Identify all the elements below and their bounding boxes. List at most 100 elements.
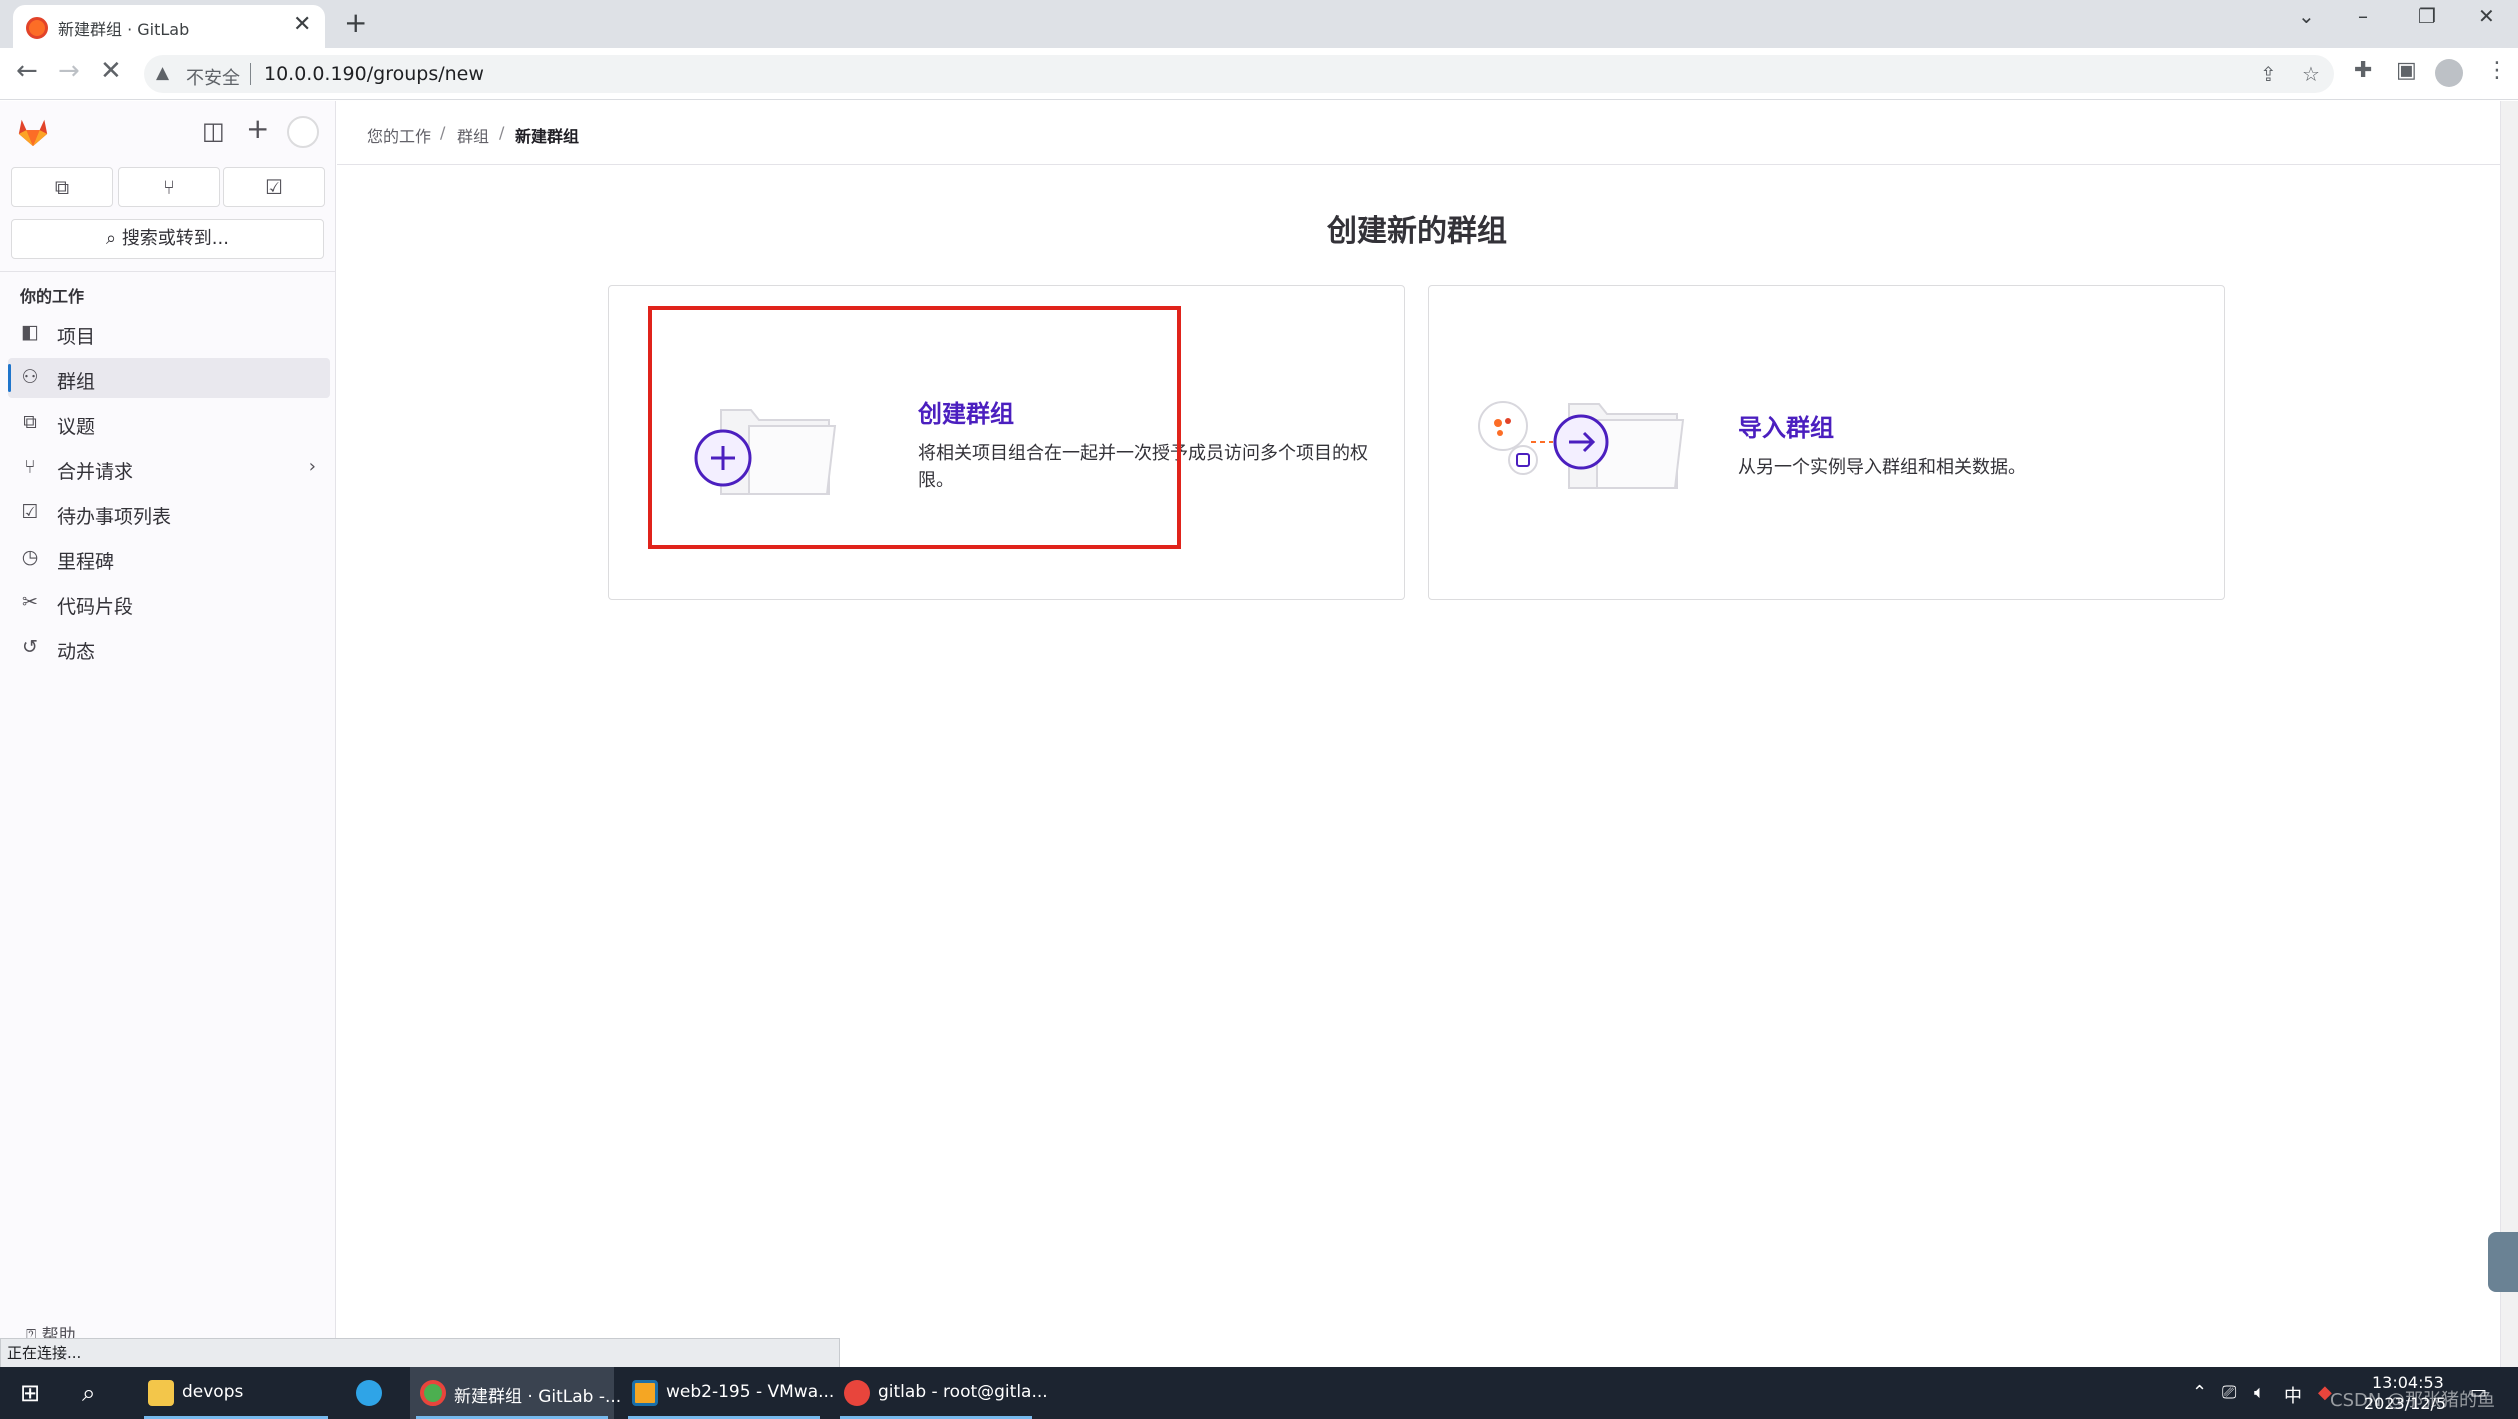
ime-indicator[interactable]: 中 — [2284, 1382, 2302, 1408]
sidebar-item-label: 议题 — [57, 416, 96, 438]
tab-title: 新建群组 · GitLab — [58, 20, 190, 39]
breadcrumb-groups[interactable]: 群组 — [457, 123, 489, 147]
gitlab-sidebar: ◫ + ⧉ ⑂ ☑ ⌕ 搜索或转到... 你的工作 ◧ 项目 ⚇ 群组 ⧉ 议题… — [0, 101, 336, 1367]
close-tab-icon[interactable]: ✕ — [293, 12, 311, 37]
todo-icon: ☑ — [21, 501, 39, 523]
sidebar-divider — [0, 271, 335, 272]
breadcrumb-new-group[interactable]: 新建群组 — [515, 123, 579, 147]
search-icon: ⌕ — [106, 228, 122, 249]
breadcrumb-separator: / — [440, 123, 446, 142]
red-highlight-box — [648, 306, 1181, 549]
network-icon[interactable]: ⎚ — [2222, 1382, 2236, 1403]
sidebar-item-milestones[interactable]: ◷ 里程碑 — [8, 538, 330, 578]
chevron-right-icon[interactable]: › — [309, 456, 316, 477]
close-window-button[interactable]: ✕ — [2478, 4, 2495, 28]
gitlab-logo-icon[interactable] — [16, 115, 50, 149]
address-bar[interactable]: ▲ 不安全 10.0.0.190/groups/new ⇪ ☆ — [144, 55, 2334, 93]
sidebar-item-label: 项目 — [57, 326, 96, 348]
side-panel-icon[interactable]: ▣ — [2396, 58, 2417, 83]
url-text[interactable]: 10.0.0.190/groups/new — [264, 63, 484, 85]
sidebar-item-todos[interactable]: ☑ 待办事项列表 — [8, 493, 330, 533]
taskbar-app-terminal[interactable]: gitlab - root@gitla... — [834, 1367, 1048, 1419]
todo-icon: ☑ — [265, 175, 283, 199]
sidebar-section-heading: 你的工作 — [20, 287, 85, 306]
merge-requests-shortcut-button[interactable]: ⑂ — [118, 167, 220, 207]
tab-search-icon[interactable]: ⌄ — [2298, 4, 2315, 28]
sidebar-item-label: 待办事项列表 — [57, 506, 172, 528]
terminal-icon — [844, 1380, 870, 1406]
sidebar-item-projects[interactable]: ◧ 项目 — [8, 313, 330, 353]
share-icon[interactable]: ⇪ — [2260, 62, 2277, 86]
sidebar-item-label: 动态 — [57, 641, 96, 663]
windows-taskbar: ⊞ ⌕ devops 新建群组 · GitLab -... web2-195 -… — [0, 1367, 2518, 1419]
folder-icon — [148, 1380, 174, 1406]
activity-icon: ↺ — [22, 636, 38, 658]
taskbar-app-label: web2-195 - VMwa... — [666, 1382, 835, 1402]
bookmark-star-icon[interactable]: ☆ — [2302, 62, 2320, 86]
create-new-icon[interactable]: + — [246, 112, 269, 145]
browser-status-bar: 正在连接... — [0, 1338, 840, 1368]
group-icon: ⚇ — [21, 366, 39, 388]
import-group-title[interactable]: 导入群组 — [1738, 408, 1834, 443]
screen-capture-widget[interactable] — [2488, 1232, 2518, 1292]
warning-icon: ▲ — [156, 63, 170, 83]
taskbar-app-chrome[interactable]: 新建群组 · GitLab -... — [410, 1367, 621, 1419]
browser-tab-bar: 新建群组 · GitLab ✕ + ⌄ – ❐ ✕ — [0, 0, 2518, 48]
tray-expand-icon[interactable]: ⌃ — [2192, 1382, 2207, 1403]
taskbar-app-vmware[interactable]: web2-195 - VMwa... — [622, 1367, 834, 1419]
browser-toolbar: ← → ✕ ▲ 不安全 10.0.0.190/groups/new ⇪ ☆ ✚ … — [0, 48, 2518, 100]
todos-shortcut-button[interactable]: ☑ — [223, 167, 325, 207]
import-group-card[interactable]: 导入群组 从另一个实例导入群组和相关数据。 — [1428, 285, 2225, 600]
sidebar-item-label: 里程碑 — [57, 551, 115, 573]
sidebar-item-label: 合并请求 — [57, 461, 134, 483]
sidebar-item-issues[interactable]: ⧉ 议题 — [8, 403, 330, 443]
folder-import-illustration-icon — [1478, 401, 1685, 489]
milestone-icon: ◷ — [21, 546, 39, 568]
omnibox-separator — [250, 63, 251, 85]
collapse-sidebar-icon[interactable]: ◫ — [202, 117, 225, 145]
back-button[interactable]: ← — [16, 56, 38, 86]
volume-icon[interactable]: 🔈︎ — [2254, 1382, 2265, 1403]
sidebar-item-label: 群组 — [57, 371, 96, 393]
new-tab-button[interactable]: + — [344, 6, 367, 39]
sidebar-item-activity[interactable]: ↺ 动态 — [8, 628, 330, 668]
chrome-icon — [420, 1380, 446, 1406]
minimize-button[interactable]: – — [2358, 4, 2368, 28]
import-group-description: 从另一个实例导入群组和相关数据。 — [1738, 457, 2026, 478]
extensions-icon[interactable]: ✚ — [2354, 58, 2372, 83]
restore-button[interactable]: ❐ — [2418, 4, 2436, 28]
sidebar-item-merge-requests[interactable]: ⑂ 合并请求 › — [8, 448, 330, 488]
sidebar-item-snippets[interactable]: ✂ 代码片段 — [8, 583, 330, 623]
breadcrumb-your-work[interactable]: 您的工作 — [367, 123, 431, 147]
gitlab-favicon-icon — [26, 17, 48, 39]
edge-icon[interactable] — [356, 1380, 382, 1406]
sidebar-item-label: 代码片段 — [57, 596, 134, 618]
browser-tab-active[interactable]: 新建群组 · GitLab ✕ — [13, 5, 325, 48]
breadcrumb-separator: / — [499, 123, 505, 142]
chrome-menu-icon[interactable]: ⋮ — [2486, 58, 2508, 83]
merge-request-icon: ⑂ — [24, 456, 36, 478]
forward-button[interactable]: → — [58, 56, 80, 86]
taskbar-app-label: devops — [182, 1382, 244, 1402]
issues-icon: ⧉ — [54, 175, 70, 199]
issues-icon: ⧉ — [23, 411, 37, 433]
search-label: 搜索或转到... — [121, 228, 229, 249]
issues-shortcut-button[interactable]: ⧉ — [11, 167, 113, 207]
windows-start-icon[interactable]: ⊞ — [20, 1379, 40, 1407]
taskbar-app-label: 新建群组 · GitLab -... — [454, 1387, 622, 1407]
page-scrollbar[interactable] — [2500, 101, 2518, 1367]
snippet-icon: ✂ — [22, 591, 38, 613]
sidebar-item-groups[interactable]: ⚇ 群组 — [8, 358, 330, 398]
search-icon[interactable]: ⌕ — [82, 1379, 95, 1407]
vmware-icon — [632, 1380, 658, 1406]
page-title: 创建新的群组 — [1327, 214, 1507, 249]
taskbar-app-devops[interactable]: devops — [138, 1367, 334, 1419]
search-button[interactable]: ⌕ 搜索或转到... — [11, 219, 324, 259]
taskbar-app-label: gitlab - root@gitla... — [878, 1382, 1048, 1402]
project-icon: ◧ — [21, 321, 39, 343]
user-avatar[interactable] — [287, 116, 319, 148]
breadcrumb-bar: 您的工作 / 群组 / 新建群组 — [337, 101, 2500, 165]
profile-avatar[interactable] — [2435, 59, 2463, 87]
stop-loading-button[interactable]: ✕ — [100, 56, 122, 86]
security-label[interactable]: 不安全 — [186, 64, 240, 90]
